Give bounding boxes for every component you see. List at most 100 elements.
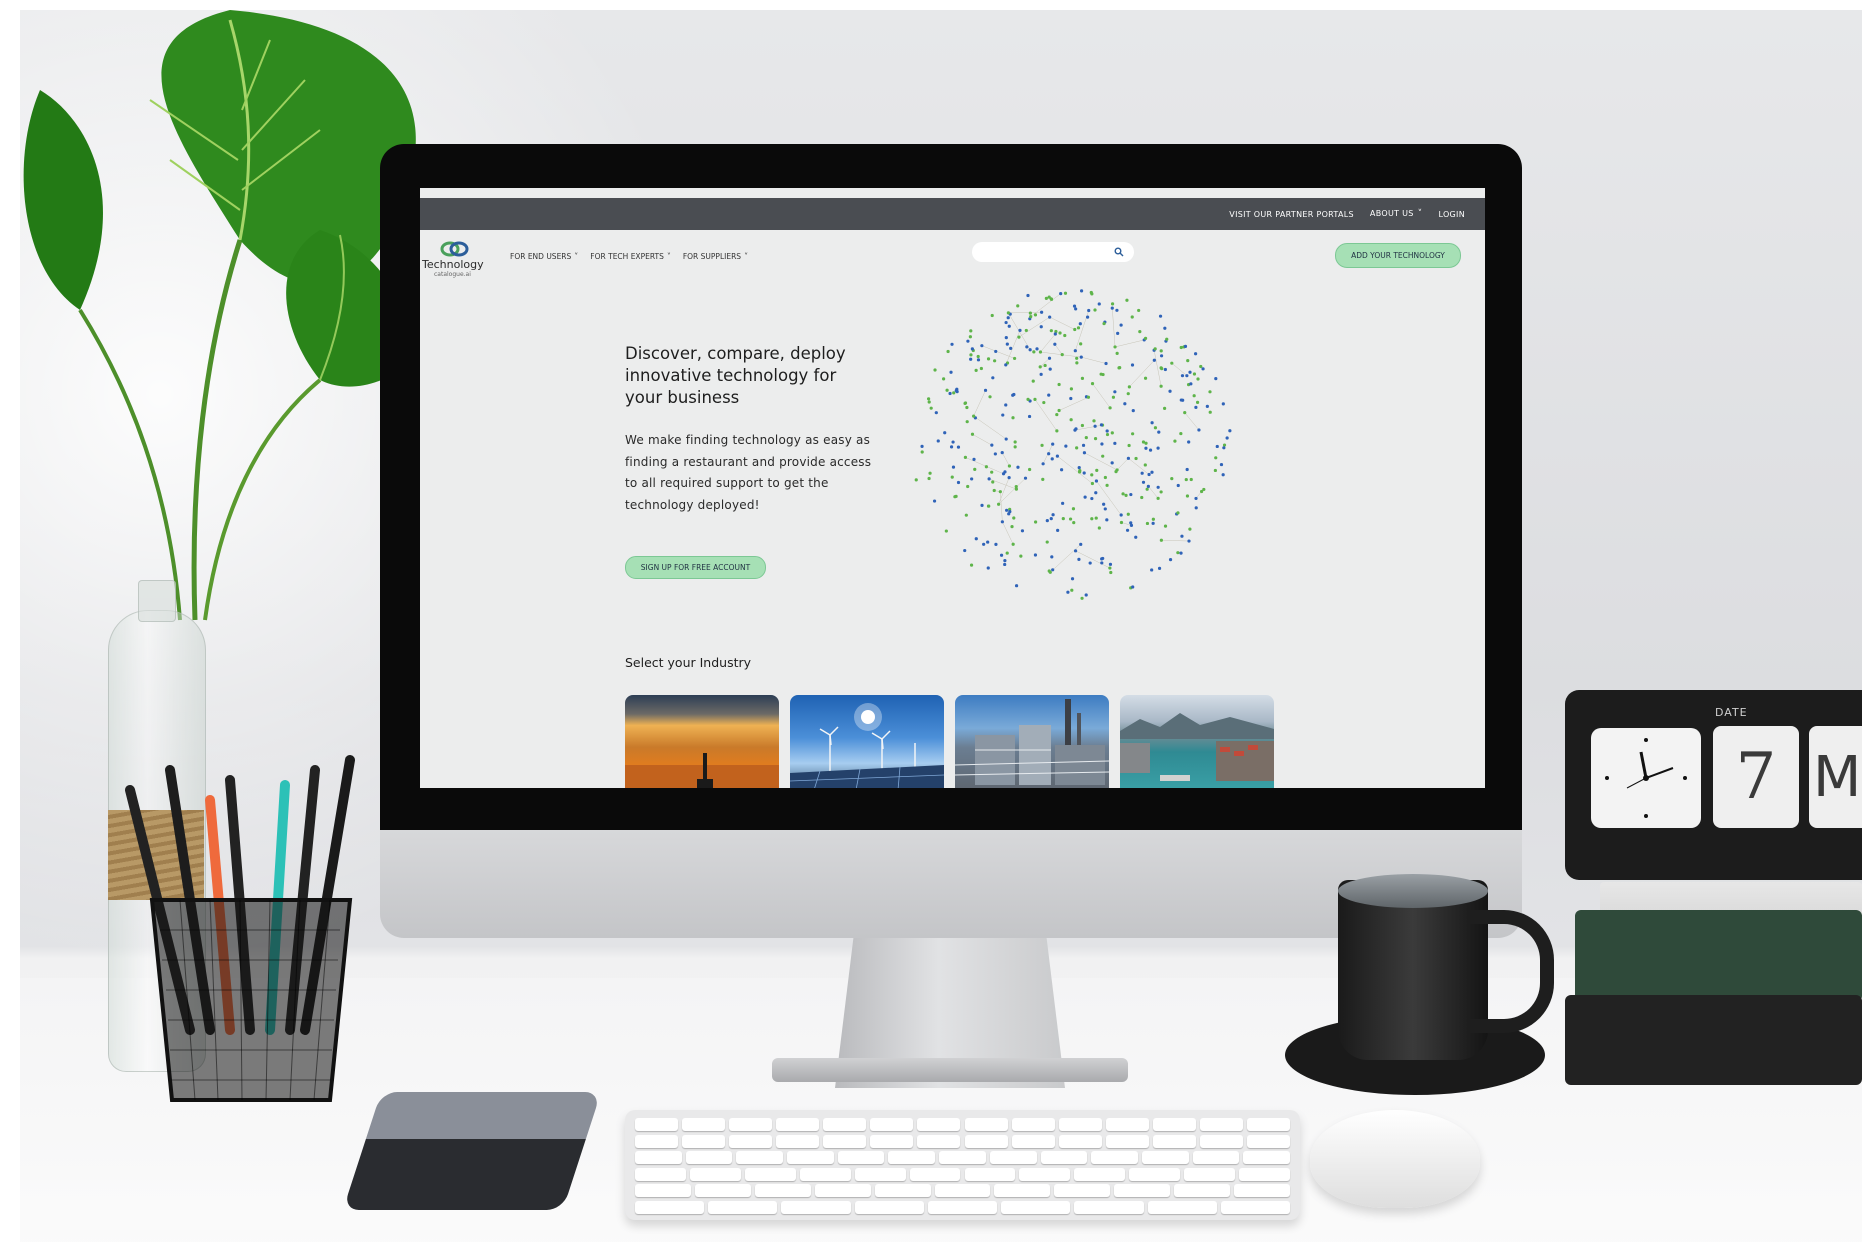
keyboard-key: [690, 1168, 741, 1181]
keyboard-key: [965, 1135, 1008, 1148]
desk-scene: VISIT OUR PARTNER PORTALS ABOUT US˅ LOGI…: [20, 10, 1862, 1242]
partner-portals-link[interactable]: VISIT OUR PARTNER PORTALS: [1229, 210, 1354, 219]
keyboard-key: [1001, 1201, 1070, 1214]
search-box: [972, 242, 1134, 262]
keyboard-key: [1239, 1168, 1290, 1181]
keyboard-key: [823, 1118, 866, 1131]
monitor-foot: [772, 1058, 1128, 1082]
mug-rim: [1338, 874, 1488, 908]
smartphone: [343, 1092, 601, 1210]
nav-label: FOR SUPPLIERS: [683, 252, 741, 261]
book-green: [1575, 910, 1862, 1002]
keyboard-key: [990, 1151, 1037, 1164]
login-link[interactable]: LOGIN: [1438, 210, 1465, 219]
keyboard-key: [635, 1201, 704, 1214]
monstera-plant: [20, 10, 440, 650]
keyboard-key: [939, 1151, 986, 1164]
keyboard-key: [815, 1184, 871, 1197]
clock-month: M: [1809, 726, 1862, 828]
keyboard-key: [682, 1118, 725, 1131]
nav-label: FOR TECH EXPERTS: [590, 252, 664, 261]
keyboard-key: [682, 1135, 725, 1148]
industrial-plant-image: [955, 695, 1109, 788]
globe-nodes: [915, 289, 1232, 600]
hero-description: We make finding technology as easy as fi…: [625, 430, 885, 516]
keyboard-key: [1041, 1151, 1088, 1164]
pencil-cup: [100, 730, 380, 1110]
keyboard-key: [1247, 1135, 1290, 1148]
keyboard-key: [855, 1168, 906, 1181]
industry-tile-renewable-energy[interactable]: [790, 695, 944, 788]
keyboard-key: [1184, 1168, 1235, 1181]
keyboard-key: [1234, 1184, 1290, 1197]
clock-face: [1591, 728, 1701, 828]
keyboard-key: [776, 1118, 819, 1131]
keyboard-key: [1200, 1118, 1243, 1131]
keyboard-key: [1106, 1135, 1149, 1148]
keyboard-key: [823, 1135, 866, 1148]
keyboard-key: [695, 1184, 751, 1197]
clock-hands-icon: [1591, 728, 1701, 828]
keyboard-key: [729, 1135, 772, 1148]
keyboard-key: [935, 1184, 991, 1197]
keyboard-key: [686, 1151, 733, 1164]
nav-end-users[interactable]: FOR END USERS˅: [510, 252, 578, 261]
solar-wind-image: [790, 695, 944, 788]
logo-name: Technology: [422, 258, 484, 271]
nav-label: FOR END USERS: [510, 252, 571, 261]
keyboard-key: [635, 1118, 678, 1131]
keyboard-key: [736, 1151, 783, 1164]
keyboard-key: [875, 1184, 931, 1197]
nav-tech-experts[interactable]: FOR TECH EXPERTS˅: [590, 252, 671, 261]
keyboard-key: [888, 1151, 935, 1164]
keyboard-key: [1114, 1184, 1170, 1197]
keyboard-key: [870, 1135, 913, 1148]
keyboard-key: [994, 1184, 1050, 1197]
keyboard-key: [965, 1168, 1016, 1181]
bottle-neck: [138, 580, 176, 622]
keyboard-key: [1153, 1118, 1196, 1131]
desk-clock: DATE 7 M: [1565, 690, 1862, 880]
about-us-label: ABOUT US: [1370, 209, 1414, 218]
keyboard-key: [1247, 1118, 1290, 1131]
search-icon[interactable]: [1114, 247, 1124, 257]
keyboard-key: [787, 1151, 834, 1164]
keyboard-key: [1012, 1135, 1055, 1148]
site-logo[interactable]: Technology catalogue.ai: [422, 240, 486, 280]
industry-tile-process-industry[interactable]: [955, 695, 1109, 788]
keyboard-key: [635, 1135, 678, 1148]
keyboard-key: [855, 1201, 924, 1214]
keyboard-key: [917, 1118, 960, 1131]
hero-title: Discover, compare, deploy innovative tec…: [625, 343, 865, 409]
keyboard-key: [910, 1168, 961, 1181]
keyboard-key: [635, 1151, 682, 1164]
add-technology-button[interactable]: ADD YOUR TECHNOLOGY: [1335, 243, 1461, 268]
keyboard-key: [1074, 1168, 1125, 1181]
website-screen: VISIT OUR PARTNER PORTALS ABOUT US˅ LOGI…: [420, 188, 1485, 788]
keyboard-key: [755, 1184, 811, 1197]
keyboard-key: [1221, 1201, 1290, 1214]
keyboard-key: [1074, 1201, 1143, 1214]
industry-tile-oil-and-gas[interactable]: [625, 695, 779, 788]
clock-date-label: DATE: [1715, 706, 1748, 719]
chevron-down-icon: ˅: [574, 252, 578, 261]
keyboard-key: [965, 1118, 1008, 1131]
keyboard-key: [781, 1201, 850, 1214]
signup-button[interactable]: SIGN UP FOR FREE ACCOUNT: [625, 556, 766, 579]
industry-tile-ports-and-shipping[interactable]: [1120, 695, 1274, 788]
sunset-image: [625, 695, 779, 788]
network-globe-graphic: [903, 280, 1239, 610]
keyboard-key: [708, 1201, 777, 1214]
keyboard-key: [776, 1135, 819, 1148]
nav-suppliers[interactable]: FOR SUPPLIERS˅: [683, 252, 748, 261]
search-input[interactable]: [980, 244, 1114, 262]
book-black: [1565, 995, 1862, 1085]
about-us-menu[interactable]: ABOUT US˅: [1370, 209, 1423, 219]
keyboard-key: [838, 1151, 885, 1164]
keyboard-key: [1174, 1184, 1230, 1197]
chevron-down-icon: ˅: [744, 252, 748, 261]
keyboard-key: [745, 1168, 796, 1181]
keyboard-key: [1012, 1118, 1055, 1131]
keyboard-key: [800, 1168, 851, 1181]
mouse: [1310, 1110, 1480, 1208]
